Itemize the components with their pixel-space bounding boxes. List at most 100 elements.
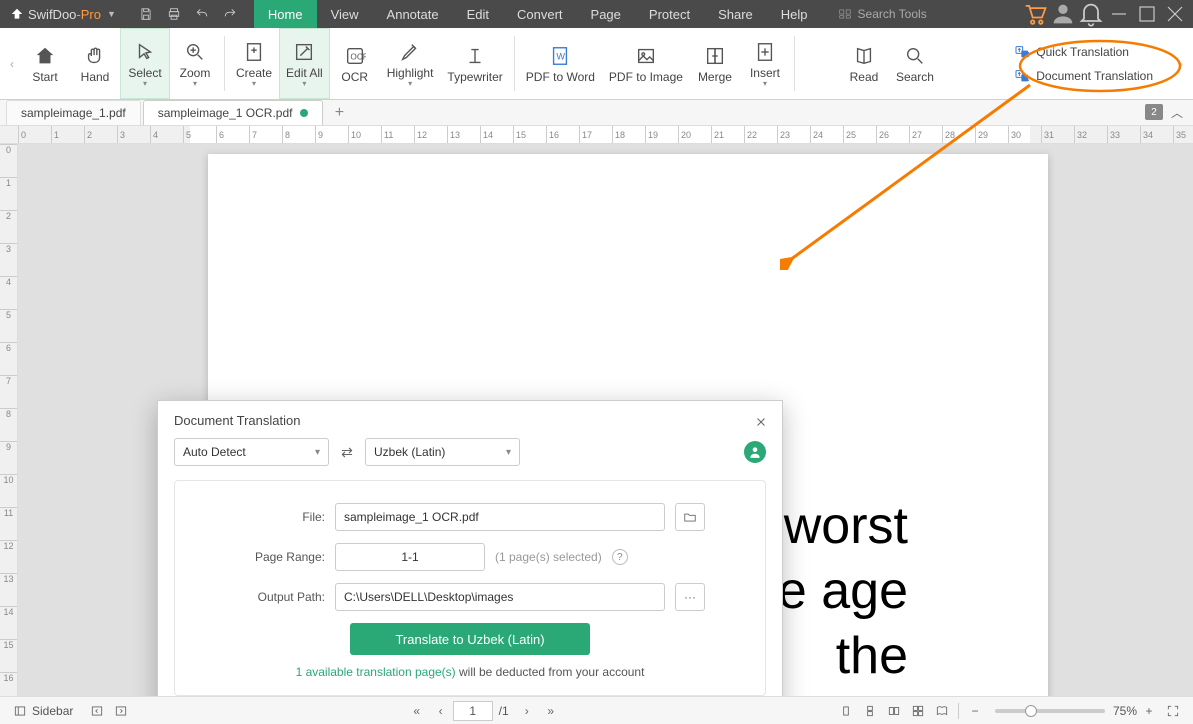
bell-icon[interactable]	[1077, 0, 1105, 28]
ribbon-scroll-left[interactable]: ‹	[4, 28, 20, 99]
menu-help[interactable]: Help	[767, 0, 822, 28]
lang-from-select[interactable]: Auto Detect	[174, 438, 329, 466]
document-tabs: sampleimage_1.pdf sampleimage_1 OCR.pdf …	[0, 100, 1193, 126]
view-cont-icon[interactable]	[858, 699, 882, 723]
deduct-note: 1 available translation page(s) will be …	[235, 665, 705, 679]
page-number-input[interactable]: 1	[453, 701, 493, 721]
menu-page[interactable]: Page	[577, 0, 635, 28]
cart-icon[interactable]	[1021, 0, 1049, 28]
add-tab-button[interactable]: +	[325, 100, 353, 125]
zoom-in-icon[interactable]: +	[1137, 699, 1161, 723]
maximize-button[interactable]	[1133, 0, 1161, 28]
tab-count-badge: 2	[1145, 104, 1163, 120]
save-icon[interactable]	[132, 0, 160, 28]
ribbon-hand[interactable]: Hand	[70, 28, 120, 99]
view-read-icon[interactable]	[930, 699, 954, 723]
menu-share[interactable]: Share	[704, 0, 767, 28]
search-tools-label: Search Tools	[858, 7, 927, 21]
ribbon-pdf-to-word[interactable]: WPDF to Word	[519, 28, 602, 99]
close-button[interactable]	[1161, 0, 1189, 28]
panel-left-icon[interactable]	[85, 699, 109, 723]
status-bar: Sidebar « ‹ 1 /1 › » − 75% +	[0, 696, 1193, 724]
ribbon-search[interactable]: Search	[889, 28, 941, 99]
quick-translation-label: Quick Translation	[1036, 45, 1129, 59]
range-help-icon[interactable]: ?	[612, 549, 628, 565]
ribbon-read[interactable]: Read	[839, 28, 889, 99]
redo-icon[interactable]	[216, 0, 244, 28]
ribbon-select[interactable]: Select▾	[120, 28, 170, 99]
output-more-button[interactable]: ···	[675, 583, 705, 611]
view-single-icon[interactable]	[834, 699, 858, 723]
ribbon-insert[interactable]: Insert▾	[740, 28, 790, 99]
title-bar: SwifDoo-Pro ▼ Home View Annotate Edit Co…	[0, 0, 1193, 28]
tabs-collapse-icon[interactable]: ︿	[1169, 104, 1185, 120]
ribbon-typewriter[interactable]: Typewriter	[440, 28, 509, 99]
unsaved-dot-icon	[300, 109, 308, 117]
ribbon-ocr[interactable]: OCROCR	[330, 28, 380, 99]
zoom-value: 75%	[1113, 704, 1137, 718]
page-area[interactable]: worste agetheage of foolishness... Docum…	[18, 144, 1193, 696]
search-tools[interactable]: Search Tools	[830, 7, 935, 21]
last-page-icon[interactable]: »	[539, 699, 563, 723]
ribbon-highlight[interactable]: Highlight▾	[380, 28, 441, 99]
ribbon-pdf-to-image[interactable]: PDF to Image	[602, 28, 690, 99]
sidebar-toggle-icon[interactable]	[8, 699, 32, 723]
document-translation-link[interactable]: 文 Document Translation	[1010, 66, 1157, 86]
ribbon-scroll-right[interactable]: ›	[1173, 28, 1189, 99]
prev-page-icon[interactable]: ‹	[429, 699, 453, 723]
view-facing-icon[interactable]	[882, 699, 906, 723]
undo-icon[interactable]	[188, 0, 216, 28]
view-facing-cont-icon[interactable]	[906, 699, 930, 723]
zoom-slider[interactable]	[995, 709, 1105, 713]
menu-convert[interactable]: Convert	[503, 0, 577, 28]
ribbon: ‹ StartHandSelect▾Zoom▾Create▾Edit All▾O…	[0, 28, 1193, 100]
browse-file-button[interactable]	[675, 503, 705, 531]
app-suffix: -Pro	[76, 7, 101, 22]
ribbon-start[interactable]: Start	[20, 28, 70, 99]
menu-view[interactable]: View	[317, 0, 373, 28]
dialog-title: Document Translation	[158, 401, 782, 438]
next-page-icon[interactable]: ›	[515, 699, 539, 723]
user-avatar-icon[interactable]	[744, 441, 766, 463]
swap-lang-icon[interactable]: ⇄	[337, 444, 357, 461]
print-icon[interactable]	[160, 0, 188, 28]
app-logo[interactable]: SwifDoo-Pro ▼	[4, 7, 122, 22]
page-total: /1	[499, 704, 509, 718]
zoom-out-icon[interactable]: −	[963, 699, 987, 723]
tab-doc2[interactable]: sampleimage_1 OCR.pdf	[143, 100, 324, 125]
menu-edit[interactable]: Edit	[453, 0, 503, 28]
file-input[interactable]	[335, 503, 665, 531]
app-dropdown-icon[interactable]: ▼	[107, 9, 116, 19]
lang-to-select[interactable]: Uzbek (Latin)	[365, 438, 520, 466]
translate-button[interactable]: Translate to Uzbek (Latin)	[350, 623, 590, 655]
svg-text:OCR: OCR	[350, 52, 366, 61]
app-name: SwifDoo	[28, 7, 76, 22]
ribbon-zoom[interactable]: Zoom▾	[170, 28, 220, 99]
main-menu: Home View Annotate Edit Convert Page Pro…	[254, 0, 822, 28]
ribbon-create[interactable]: Create▾	[229, 28, 279, 99]
quick-translation-link[interactable]: 文 Quick Translation	[1010, 42, 1157, 62]
sidebar-label[interactable]: Sidebar	[32, 704, 73, 718]
first-page-icon[interactable]: «	[405, 699, 429, 723]
menu-home[interactable]: Home	[254, 0, 317, 28]
output-label: Output Path:	[235, 590, 325, 604]
ribbon-merge[interactable]: Merge	[690, 28, 740, 99]
dialog-close-button[interactable]	[752, 413, 770, 431]
range-note: (1 page(s) selected)	[495, 550, 602, 564]
horizontal-ruler: 0123456789101112131415161718192021222324…	[0, 126, 1193, 144]
ribbon-edit-all[interactable]: Edit All▾	[279, 28, 330, 99]
document-translation-dialog: Document Translation Auto Detect ⇄ Uzbek…	[157, 400, 783, 696]
file-label: File:	[235, 510, 325, 524]
panel-right-icon[interactable]	[109, 699, 133, 723]
menu-protect[interactable]: Protect	[635, 0, 704, 28]
user-icon[interactable]	[1049, 0, 1077, 28]
document-translation-label: Document Translation	[1036, 69, 1153, 83]
menu-annotate[interactable]: Annotate	[373, 0, 453, 28]
output-input[interactable]	[335, 583, 665, 611]
range-label: Page Range:	[235, 550, 325, 564]
minimize-button[interactable]	[1105, 0, 1133, 28]
vertical-ruler: 012345678910111213141516	[0, 144, 18, 696]
tab-doc1[interactable]: sampleimage_1.pdf	[6, 100, 141, 125]
fullscreen-icon[interactable]	[1161, 699, 1185, 723]
range-input[interactable]	[335, 543, 485, 571]
